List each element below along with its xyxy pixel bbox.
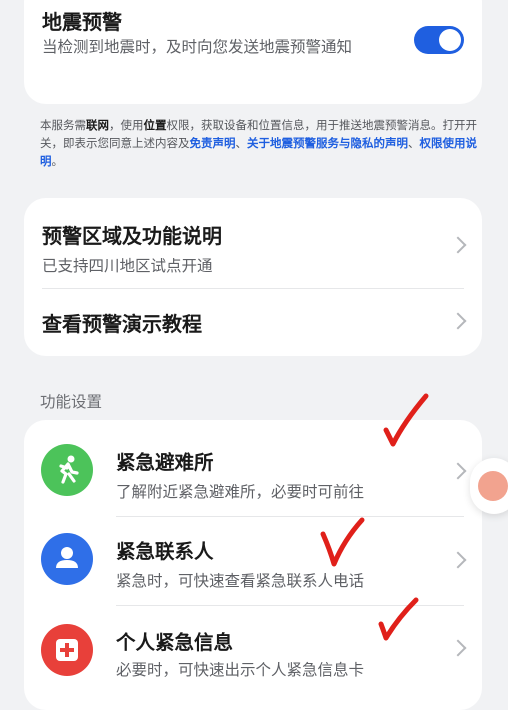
chevron-right-icon bbox=[449, 312, 467, 330]
notice-text: 。 bbox=[51, 154, 64, 168]
personal-emergency-info-subtitle: 必要时，可快速出示个人紧急信息卡 bbox=[116, 661, 365, 679]
emergency-contact-title: 紧急联系人 bbox=[116, 540, 214, 563]
region-info-title: 预警区域及功能说明 bbox=[42, 224, 222, 248]
chevron-right-icon bbox=[449, 462, 467, 480]
notice-separator: 、 bbox=[235, 136, 248, 150]
running-person-icon bbox=[41, 444, 93, 496]
chevron-right-icon bbox=[449, 639, 467, 657]
disclaimer-link[interactable]: 免责声明 bbox=[190, 136, 236, 150]
tutorial-row[interactable]: 查看预警演示教程 bbox=[24, 289, 482, 356]
emergency-contact-subtitle: 紧急时，可快速查看紧急联系人电话 bbox=[116, 572, 365, 590]
notice-text: ，使用 bbox=[109, 118, 144, 132]
medical-cross-icon bbox=[41, 624, 93, 676]
shelter-subtitle: 了解附近紧急避难所，必要时可前往 bbox=[116, 483, 365, 501]
notice-separator: 、 bbox=[408, 136, 420, 150]
earthquake-alert-card: 地震预警 当检测到地震时，及时向您发送地震预警通知 bbox=[24, 0, 482, 104]
red-checkmark-annotation bbox=[378, 597, 419, 641]
tutorial-title: 查看预警演示教程 bbox=[42, 312, 202, 336]
person-icon bbox=[41, 533, 93, 585]
emergency-contact-row[interactable]: 紧急联系人 紧急时，可快速查看紧急联系人电话 bbox=[24, 517, 482, 605]
section-label: 功能设置 bbox=[40, 393, 103, 411]
region-info-row[interactable]: 预警区域及功能说明 已支持四川地区试点开通 bbox=[24, 198, 482, 288]
notice-text: 本服务需 bbox=[40, 118, 86, 132]
chat-bubble-icon bbox=[478, 471, 508, 501]
earthquake-alert-description: 当检测到地震时，及时向您发送地震预警通知 bbox=[42, 38, 353, 56]
chevron-right-icon bbox=[449, 236, 467, 254]
earthquake-alert-title: 地震预警 bbox=[42, 10, 122, 34]
earthquake-alert-toggle[interactable] bbox=[414, 26, 464, 54]
notice-location: 位置 bbox=[143, 118, 167, 132]
features-card: 紧急避难所 了解附近紧急避难所，必要时可前往 紧急联系人 紧急时，可快速查看紧急… bbox=[24, 420, 482, 710]
red-checkmark-annotation bbox=[320, 517, 365, 567]
privacy-statement-link[interactable]: 关于地震预警服务与隐私的声明 bbox=[247, 136, 408, 150]
red-checkmark-annotation bbox=[383, 393, 429, 447]
shelter-title: 紧急避难所 bbox=[116, 451, 214, 474]
info-card: 预警区域及功能说明 已支持四川地区试点开通 查看预警演示教程 bbox=[24, 198, 482, 356]
region-info-subtitle: 已支持四川地区试点开通 bbox=[42, 257, 213, 275]
chevron-right-icon bbox=[449, 551, 467, 569]
floating-assistant-button[interactable] bbox=[470, 458, 508, 514]
service-notice: 本服务需联网，使用位置权限，获取设备和位置信息，用于推送地震预警消息。打开开关，… bbox=[40, 116, 480, 170]
notice-network: 联网 bbox=[86, 118, 109, 132]
personal-emergency-info-title: 个人紧急信息 bbox=[116, 631, 234, 654]
toggle-knob bbox=[439, 29, 461, 51]
